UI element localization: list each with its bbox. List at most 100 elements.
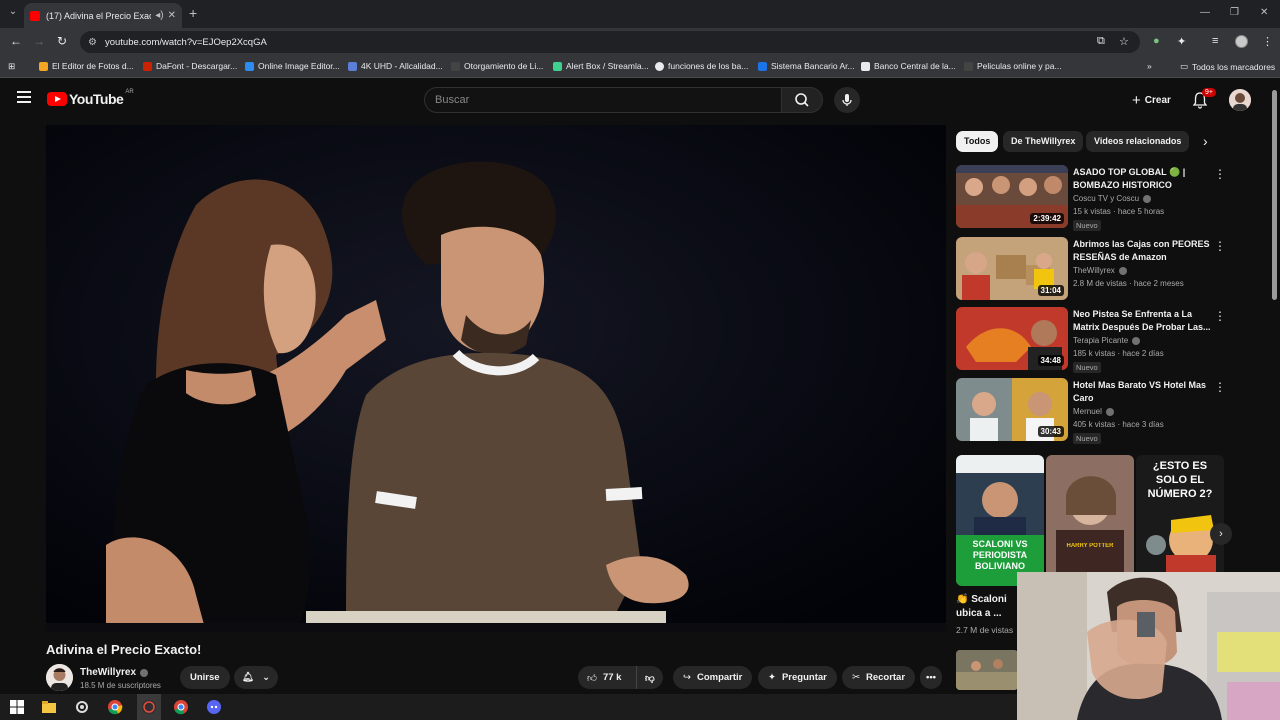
recommendation-title[interactable]: Hotel Mas Barato VS Hotel Mas Caro: [1073, 379, 1211, 405]
address-bar-row: ← → ↻ ⚙ youtube.com/watch?v=EJOep2XcqGA …: [0, 28, 1280, 56]
site-info-icon[interactable]: ⚙: [88, 37, 97, 48]
recommendation-title[interactable]: ASADO TOP GLOBAL 🟢 | BOMBAZO HISTORICO: [1073, 166, 1211, 192]
search-button[interactable]: [781, 87, 823, 113]
more-horizontal-icon: •••: [926, 672, 936, 683]
url-text[interactable]: youtube.com/watch?v=EJOep2XcqGA: [105, 37, 267, 48]
recommendation-title[interactable]: Neo Pistea Se Enfrenta a La Matrix Despu…: [1073, 308, 1211, 334]
verified-icon: [1132, 336, 1141, 345]
more-actions-button[interactable]: •••: [920, 666, 942, 689]
short-title[interactable]: 👏 Scaloni ubica a ...: [956, 593, 1026, 621]
obs-icon[interactable]: [141, 699, 157, 715]
short-thumbnail[interactable]: SCALONI VS PERIODISTA BOLIVIANO: [956, 455, 1044, 586]
chip-related[interactable]: Videos relacionados: [1086, 131, 1190, 152]
file-explorer-icon[interactable]: [41, 699, 57, 715]
chrome-icon[interactable]: [107, 699, 123, 715]
short-thumbnail[interactable]: ¿ESTO ES SOLO EL NÚMERO 2?: [1136, 455, 1224, 586]
video-thumbnail[interactable]: 2:39:42: [956, 165, 1068, 228]
bookmark-item[interactable]: Alert Box / Streamla...: [553, 61, 649, 71]
bookmark-item[interactable]: Banco Central de la...: [861, 61, 956, 71]
maximize-icon[interactable]: ❐: [1230, 7, 1239, 18]
more-vertical-icon[interactable]: ⋮: [1214, 380, 1226, 394]
browser-tab[interactable]: (17) Adivina el Precio Exacto! ◂) ✕: [24, 3, 182, 28]
media-control-icon[interactable]: ≡: [1212, 35, 1218, 47]
recommendation-channel[interactable]: Mernuel: [1073, 407, 1114, 416]
verified-icon: [140, 668, 149, 677]
bookmark-item[interactable]: funciones de los ba...: [655, 61, 748, 71]
youtube-logo[interactable]: YouTube AR: [47, 89, 134, 107]
recommendation-meta: 15 k vistas · hace 5 horas: [1073, 207, 1165, 216]
tab-search-icon[interactable]: ⌄: [6, 6, 20, 20]
new-tab-button[interactable]: +: [189, 5, 197, 21]
more-vertical-icon[interactable]: ⋮: [1214, 239, 1226, 253]
bookmark-item[interactable]: Peliculas online y pa...: [964, 61, 1062, 71]
chip-all[interactable]: Todos: [956, 131, 999, 152]
video-thumbnail[interactable]: [956, 650, 1018, 690]
back-icon[interactable]: ←: [10, 34, 22, 48]
ask-button[interactable]: ✦ Preguntar: [758, 666, 837, 689]
recommendation-item[interactable]: 31:04 Abrimos las Cajas con PEORES RESEÑ…: [956, 237, 1226, 301]
recommendation-channel[interactable]: Coscu TV y Coscu: [1073, 194, 1152, 203]
more-bookmarks-icon[interactable]: »: [1147, 61, 1152, 71]
profile-avatar[interactable]: [1235, 35, 1248, 48]
video-thumbnail[interactable]: 30:43: [956, 378, 1068, 441]
video-frame: [46, 125, 946, 632]
minimize-icon[interactable]: —: [1200, 7, 1210, 18]
close-window-icon[interactable]: ✕: [1260, 7, 1268, 18]
recommendation-title[interactable]: Abrimos las Cajas con PEORES RESEÑAS de …: [1073, 238, 1211, 264]
windows-start-icon[interactable]: [9, 699, 25, 715]
forward-icon[interactable]: →: [33, 34, 45, 48]
bookmark-item[interactable]: DaFont - Descargar...: [143, 61, 237, 71]
search-input[interactable]: Buscar: [424, 87, 782, 113]
subscribed-bell-button[interactable]: 🔔︎ ⌄: [234, 666, 279, 689]
dislike-button[interactable]: 👎︎: [636, 666, 663, 689]
recommendation-item[interactable]: 30:43 Hotel Mas Barato VS Hotel Mas Caro…: [956, 378, 1226, 444]
like-button[interactable]: 👍︎ 77 k: [578, 666, 636, 689]
voice-search-button[interactable]: [834, 87, 860, 113]
folder-icon: ▭: [1180, 61, 1189, 71]
recommendation-channel[interactable]: Terapia Picante: [1073, 336, 1141, 345]
recommendation-item[interactable]: 34:48 Neo Pistea Se Enfrenta a La Matrix…: [956, 307, 1226, 373]
apps-grid-icon[interactable]: ⊞: [8, 61, 15, 72]
video-thumbnail[interactable]: 34:48: [956, 307, 1068, 370]
channel-name[interactable]: TheWillyrex: [80, 667, 149, 678]
bookmark-item[interactable]: 4K UHD - Allcalidad...: [348, 61, 443, 71]
verified-icon: [1118, 266, 1127, 275]
close-tab-icon[interactable]: ✕: [168, 10, 176, 21]
more-vertical-icon[interactable]: ⋮: [1214, 167, 1226, 181]
chevron-right-icon[interactable]: ›: [1203, 133, 1208, 149]
page-scrollbar[interactable]: [1272, 90, 1277, 300]
short-thumbnail[interactable]: HARRY POTTER: [1046, 455, 1134, 586]
channel-avatar[interactable]: [46, 664, 73, 691]
share-button[interactable]: ↪ Compartir: [673, 666, 753, 689]
chrome-profile-icon[interactable]: [173, 699, 189, 715]
bookmark-item[interactable]: Sistema Bancario Ar...: [758, 61, 855, 71]
menu-dots-icon[interactable]: ⋮: [1262, 35, 1273, 48]
recommendation-item[interactable]: 2:39:42 ASADO TOP GLOBAL 🟢 | BOMBAZO HIS…: [956, 165, 1226, 231]
tab-title: (17) Adivina el Precio Exacto!: [46, 10, 151, 21]
create-button[interactable]: + Crear: [1124, 88, 1179, 112]
video-player[interactable]: [46, 125, 946, 632]
settings-gear-icon[interactable]: [74, 699, 90, 715]
hamburger-menu-icon[interactable]: [17, 91, 31, 106]
all-bookmarks-folder[interactable]: ▭ Todos los marcadores: [1180, 61, 1275, 72]
video-thumbnail[interactable]: 31:04: [956, 237, 1068, 300]
bookmark-star-icon[interactable]: ☆: [1119, 35, 1129, 48]
join-button[interactable]: Unirse: [180, 666, 230, 689]
clip-button[interactable]: ✂ Recortar: [842, 666, 916, 689]
bookmark-item[interactable]: Online Image Editor...: [245, 61, 340, 71]
reload-icon[interactable]: ↻: [57, 34, 67, 48]
shorts-next-button[interactable]: ›: [1210, 523, 1232, 545]
account-avatar[interactable]: [1229, 89, 1251, 111]
bookmark-item[interactable]: El Editor de Fotos d...: [39, 61, 134, 71]
discord-icon[interactable]: [206, 699, 222, 715]
chip-from-channel[interactable]: De TheWillyrex: [1003, 131, 1084, 152]
install-app-icon[interactable]: ⧉: [1097, 35, 1105, 48]
speaker-icon[interactable]: ◂): [155, 10, 163, 21]
recommendation-channel[interactable]: TheWillyrex: [1073, 266, 1127, 275]
omnibox[interactable]: ⚙ youtube.com/watch?v=EJOep2XcqGA: [80, 31, 1140, 53]
more-vertical-icon[interactable]: ⋮: [1214, 309, 1226, 323]
video-title: Adivina el Precio Exacto!: [46, 642, 202, 657]
extensions-puzzle-icon[interactable]: ✦: [1177, 35, 1186, 48]
bookmark-item[interactable]: Otorgamiento de Li...: [451, 61, 543, 71]
extension-icon[interactable]: ●: [1153, 35, 1160, 47]
